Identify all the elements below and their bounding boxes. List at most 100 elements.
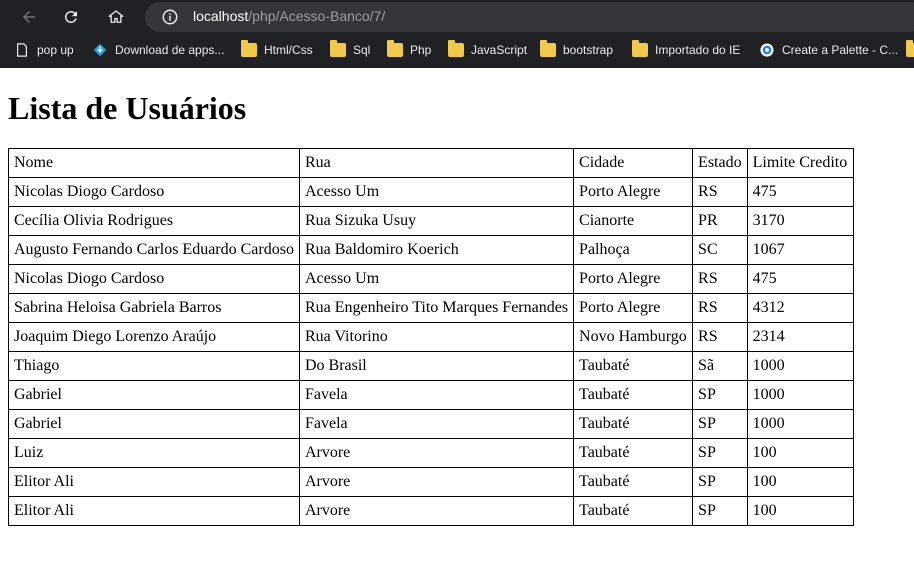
url-text[interactable]: localhost/php/Acesso-Banco/7/ (193, 8, 385, 24)
cell-nome: Luiz (8, 438, 300, 468)
cell-rua: Rua Engenheiro Tito Marques Fernandes (298, 293, 575, 323)
cell-nome: Gabriel (8, 380, 300, 410)
cell-cidade: Novo Hamburgo (573, 322, 694, 352)
bookmark-php[interactable]: Php (387, 40, 431, 60)
folder-icon (906, 40, 914, 57)
bookmark-label: JavaScript (471, 43, 528, 57)
cell-limite-credito: 2314 (746, 322, 854, 352)
cell-estado: Sã (692, 351, 748, 381)
cell-estado: RS (692, 293, 748, 323)
cell-rua: Rua Baldomiro Koerich (298, 235, 575, 265)
bookmark-label: Sql (353, 43, 371, 57)
table-row: Nicolas Diogo Cardoso Acesso Um Porto Aleg… (8, 264, 854, 294)
column-header-rua: Rua (298, 148, 575, 178)
column-header-limite-credito: Limite Credito (746, 148, 854, 178)
cell-rua: Rua Sizuka Usuy (298, 206, 575, 236)
table-row: Elitor Ali Arvore Taubaté SP 100 (8, 496, 854, 526)
users-table: Nome Rua Cidade Estado Limite Credito Ni… (8, 148, 854, 526)
cell-cidade: Palhoça (573, 235, 694, 265)
page-title: Lista de Usuários (8, 90, 247, 126)
cell-rua: Acesso Um (298, 264, 575, 294)
table-row: Thiago Do Brasil Taubaté Sã 1000 (8, 351, 854, 381)
bookmark-download-apps[interactable]: Download de apps... (92, 40, 224, 60)
reload-icon (64, 10, 77, 23)
home-icon (108, 10, 124, 23)
cell-limite-credito: 475 (746, 177, 854, 207)
cell-cidade: Taubaté (573, 409, 694, 439)
cell-estado: SP (692, 496, 748, 526)
cell-limite-credito: 4312 (746, 293, 854, 323)
url-host: localhost (193, 8, 249, 24)
cell-estado: RS (692, 264, 748, 294)
cell-nome: Elitor Ali (8, 496, 300, 526)
cell-rua: Acesso Um (298, 177, 575, 207)
home-button[interactable] (105, 6, 127, 28)
bookmarks-bar: pop up Download de apps... Html/Css Sql … (0, 35, 914, 65)
folder-icon (387, 40, 403, 57)
table-row: Luiz Arvore Taubaté SP 100 (8, 438, 854, 468)
cell-limite-credito: 1000 (746, 351, 854, 381)
cell-nome: Sabrina Heloisa Gabriela Barros (8, 293, 300, 323)
cell-nome: Augusto Fernando Carlos Eduardo Cardoso (8, 235, 300, 265)
cell-cidade: Taubaté (573, 380, 694, 410)
bookmark-label: pop up (37, 43, 74, 57)
cell-estado: RS (692, 322, 748, 352)
reload-button[interactable] (60, 6, 82, 28)
bookmark-label: Importado do IE (655, 43, 741, 57)
cell-estado: SC (692, 235, 748, 265)
table-row: Cecília Olivia Rodrigues Rua Sizuka Usuy C… (8, 206, 854, 236)
cell-limite-credito: 1000 (746, 380, 854, 410)
bookmark-overflow[interactable] (906, 40, 914, 60)
cell-estado: PR (692, 206, 748, 236)
table-header-row: Nome Rua Cidade Estado Limite Credito (8, 148, 854, 178)
palette-site-icon (760, 43, 774, 57)
cell-limite-credito: 1000 (746, 409, 854, 439)
cell-nome: Nicolas Diogo Cardoso (8, 264, 300, 294)
bookmark-javascript[interactable]: JavaScript (448, 40, 527, 60)
bookmark-label: Create a Palette - C... (782, 43, 899, 57)
cell-limite-credito: 475 (746, 264, 854, 294)
browser-chrome: localhost/php/Acesso-Banco/7/ pop up Dow… (0, 0, 914, 68)
folder-icon (241, 40, 257, 57)
bookmark-label: Download de apps... (115, 43, 225, 57)
bookmark-html-css[interactable]: Html/Css (241, 40, 313, 60)
cell-nome: Thiago (8, 351, 300, 381)
table-row: Gabriel Favela Taubaté SP 1000 (8, 409, 854, 439)
cell-estado: SP (692, 438, 748, 468)
navigation-bar: localhost/php/Acesso-Banco/7/ (0, 0, 914, 34)
folder-icon (540, 40, 556, 57)
cell-cidade: Taubaté (573, 351, 694, 381)
cell-estado: RS (692, 177, 748, 207)
cell-rua: Do Brasil (298, 351, 575, 381)
page-content: Lista de Usuários Nome Rua Cidade Estado… (0, 90, 914, 526)
bookmark-create-a-palette[interactable]: Create a Palette - C... (759, 40, 898, 60)
download-diamond-icon (93, 43, 107, 57)
cell-cidade: Porto Alegre (573, 264, 694, 294)
address-bar[interactable]: localhost/php/Acesso-Banco/7/ (145, 2, 914, 32)
info-icon[interactable] (161, 8, 179, 26)
table-row: Sabrina Heloisa Gabriela Barros Rua Engen… (8, 293, 854, 323)
cell-cidade: Cianorte (573, 206, 694, 236)
column-header-estado: Estado (692, 148, 748, 178)
cell-limite-credito: 3170 (746, 206, 854, 236)
folder-icon (330, 40, 346, 57)
folder-icon (632, 40, 648, 57)
cell-cidade: Taubaté (573, 496, 694, 526)
back-arrow-icon (23, 11, 35, 23)
cell-cidade: Taubaté (573, 467, 694, 497)
bookmark-sql[interactable]: Sql (330, 40, 370, 60)
cell-cidade: Porto Alegre (573, 293, 694, 323)
bookmark-importado-do-ie[interactable]: Importado do IE (632, 40, 740, 60)
cell-estado: SP (692, 409, 748, 439)
table-row: Nicolas Diogo Cardoso Acesso Um Porto Aleg… (8, 177, 854, 207)
back-button[interactable] (18, 6, 40, 28)
bookmark-bootstrap[interactable]: bootstrap (540, 40, 613, 60)
url-path: /php/Acesso-Banco/7/ (248, 8, 386, 24)
bookmark-pop-up[interactable]: pop up (14, 40, 74, 60)
cell-rua: Favela (298, 409, 575, 439)
cell-limite-credito: 1067 (746, 235, 854, 265)
page-icon (17, 43, 27, 57)
cell-rua: Arvore (298, 496, 575, 526)
bookmark-label: bootstrap (563, 43, 614, 57)
cell-estado: SP (692, 380, 748, 410)
